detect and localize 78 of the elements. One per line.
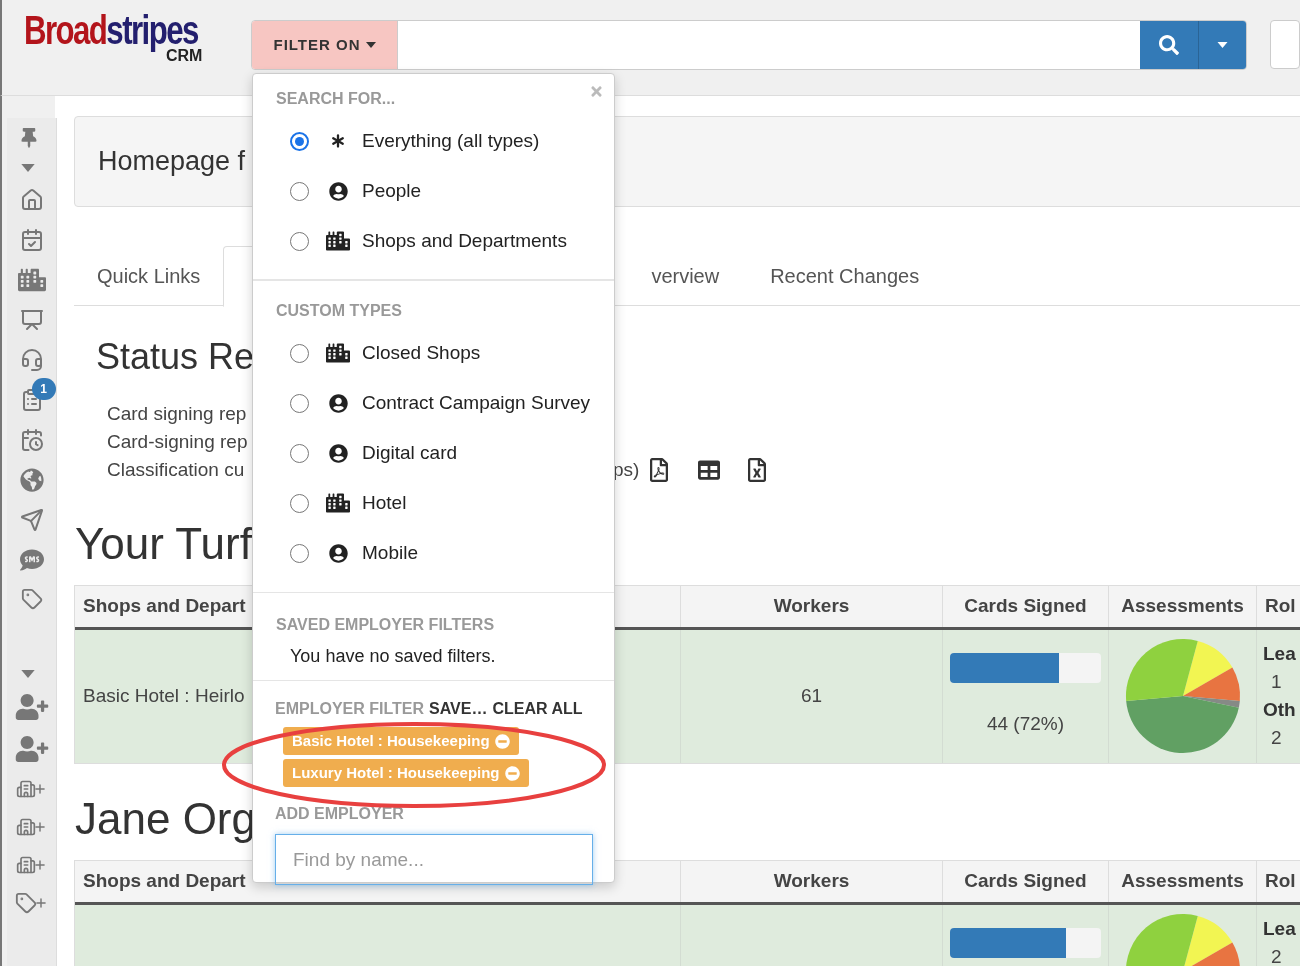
home-icon[interactable] — [19, 188, 44, 212]
caret-icon — [20, 164, 35, 172]
meeting-icon[interactable] — [19, 308, 44, 332]
role-count: 1 — [1271, 670, 1282, 694]
role-label: Lea — [1263, 917, 1296, 941]
globe-icon[interactable] — [19, 468, 44, 492]
table-cell-text: Basic Hotel : Heirlo — [83, 684, 245, 709]
section-label: SEARCH FOR... — [276, 90, 396, 108]
buildings-icon — [326, 231, 350, 251]
section-label: EMPLOYER FILTER — [275, 701, 425, 717]
person-icon — [328, 543, 348, 563]
section-label: CUSTOM TYPES — [276, 302, 402, 320]
radio-option[interactable]: Shops and Departments — [276, 216, 614, 266]
calendar-check-icon[interactable] — [19, 228, 44, 252]
role-label: Oth — [1263, 698, 1296, 722]
building-plus-icon[interactable] — [16, 854, 47, 876]
report-link[interactable]: Card-signing rep — [107, 428, 248, 456]
radio-option[interactable]: Everything (all types) — [276, 116, 614, 166]
table-icon[interactable] — [697, 459, 722, 481]
pin-icon[interactable] — [19, 128, 38, 148]
person-icon — [328, 181, 348, 201]
radio-option[interactable]: Hotel — [276, 478, 614, 528]
empty-message: You have no saved filters. — [290, 645, 497, 668]
report-link[interactable]: Classification cu — [107, 456, 245, 484]
close-icon[interactable] — [589, 84, 604, 99]
pdf-file-icon[interactable] — [649, 458, 670, 482]
person-icon — [328, 443, 348, 463]
tab[interactable]: verview — [628, 246, 743, 306]
logo-text: Broadstripes — [24, 10, 198, 50]
filter-action-link[interactable]: CLEAR ALL — [492, 701, 583, 717]
buildings-icon — [326, 493, 350, 513]
column-header: Assessments — [1109, 586, 1257, 627]
radio-option[interactable]: Digital card — [276, 428, 614, 478]
section-label: ADD EMPLOYER — [275, 804, 404, 824]
page-title: Homepage f — [98, 145, 246, 179]
user-plus-icon[interactable] — [14, 736, 49, 762]
building-plus-icon[interactable] — [16, 816, 47, 838]
sms-icon[interactable] — [19, 548, 44, 572]
table-cell-text: 61 — [800, 684, 823, 709]
column-header: Rol — [1257, 861, 1300, 902]
calendar-clock-icon[interactable] — [19, 428, 44, 452]
send-icon[interactable] — [19, 508, 44, 532]
notification-badge: 1 — [31, 378, 56, 400]
remove-icon[interactable] — [494, 733, 510, 749]
tag-plus-icon[interactable] — [15, 892, 48, 914]
buildings-icon — [326, 343, 350, 363]
report-link[interactable]: Card signing rep — [107, 400, 247, 428]
tab[interactable]: Recent Changes — [747, 246, 943, 306]
section-heading: Status Re — [96, 336, 255, 378]
role-count: 2 — [1271, 945, 1282, 966]
remove-icon[interactable] — [504, 765, 520, 781]
role-label: Lea — [1263, 642, 1296, 666]
column-header: Workers — [681, 861, 943, 902]
role-count: 2 — [1271, 726, 1282, 750]
column-header: Cards Signed — [943, 861, 1109, 902]
section-heading: Your Turf — [75, 519, 252, 569]
radio-option[interactable]: Contract Campaign Survey — [276, 378, 614, 428]
spreadsheet-file-icon[interactable] — [747, 458, 768, 482]
user-plus-icon[interactable] — [14, 694, 49, 720]
radio-option[interactable]: Mobile — [276, 528, 614, 578]
buildings-icon[interactable] — [17, 268, 46, 292]
column-header: Assessments — [1109, 861, 1257, 902]
section-heading: Jane Org — [75, 794, 256, 844]
tab[interactable]: Quick Links — [74, 246, 224, 306]
column-header: Cards Signed — [943, 586, 1109, 627]
radio-button[interactable] — [290, 131, 309, 151]
find-employer-field[interactable]: Find by name... — [275, 834, 593, 885]
radio-option[interactable]: Closed Shops — [276, 328, 614, 378]
column-header: Workers — [681, 586, 943, 627]
person-icon — [328, 393, 348, 413]
radio-option[interactable]: People — [276, 166, 614, 216]
headset-icon[interactable] — [19, 348, 44, 372]
building-plus-icon[interactable] — [16, 778, 47, 800]
column-header: Rol — [1257, 586, 1300, 627]
tag-icon[interactable] — [20, 588, 43, 610]
table-cell-text: 44 (72%) — [986, 712, 1065, 736]
filter-action-link[interactable]: SAVE… — [429, 701, 488, 717]
caret-icon — [20, 670, 35, 678]
